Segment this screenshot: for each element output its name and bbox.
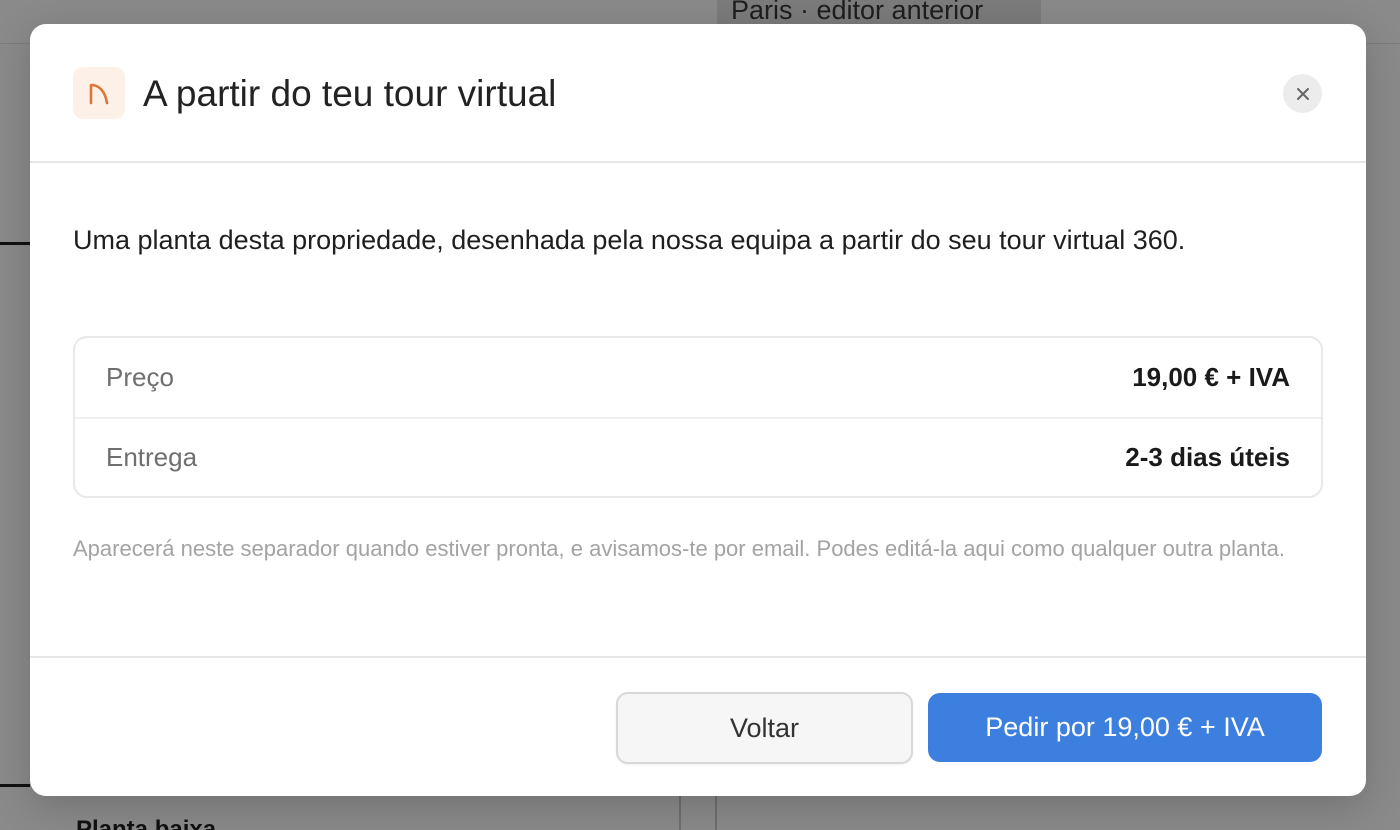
background-divider bbox=[679, 796, 681, 830]
dialog-body: Uma planta desta propriedade, desenhada … bbox=[30, 165, 1366, 656]
detail-row-delivery: Entrega 2-3 dias úteis bbox=[75, 417, 1321, 496]
dialog-footer: Voltar Pedir por 19,00 € + IVA bbox=[30, 656, 1366, 796]
dialog-title: A partir do teu tour virtual bbox=[143, 73, 557, 114]
dialog-note: Aparecerá neste separador quando estiver… bbox=[73, 536, 1285, 561]
detail-label: Preço bbox=[106, 362, 174, 392]
order-floorplan-dialog: A partir do teu tour virtual Uma planta … bbox=[30, 24, 1366, 796]
background-project-chip: Paris · editor anterior bbox=[717, 0, 1041, 24]
detail-label: Entrega bbox=[106, 442, 198, 472]
order-button[interactable]: Pedir por 19,00 € + IVA bbox=[928, 693, 1322, 762]
detail-value: 2-3 dias úteis bbox=[1125, 442, 1290, 472]
close-icon bbox=[1296, 87, 1309, 100]
background-divider bbox=[715, 796, 717, 830]
dialog-description: Uma planta desta propriedade, desenhada … bbox=[73, 225, 1186, 255]
arch-icon bbox=[73, 67, 125, 119]
background-heading: Planta baixa bbox=[76, 818, 216, 830]
background-divider bbox=[0, 784, 30, 787]
close-button[interactable] bbox=[1283, 74, 1322, 113]
background-divider bbox=[0, 242, 30, 245]
dialog-header: A partir do teu tour virtual bbox=[30, 24, 1366, 163]
detail-value: 19,00 € + IVA bbox=[1132, 362, 1290, 392]
back-button[interactable]: Voltar bbox=[616, 692, 913, 764]
detail-row-price: Preço 19,00 € + IVA bbox=[75, 338, 1321, 417]
details-table: Preço 19,00 € + IVA Entrega 2-3 dias úte… bbox=[73, 336, 1323, 498]
